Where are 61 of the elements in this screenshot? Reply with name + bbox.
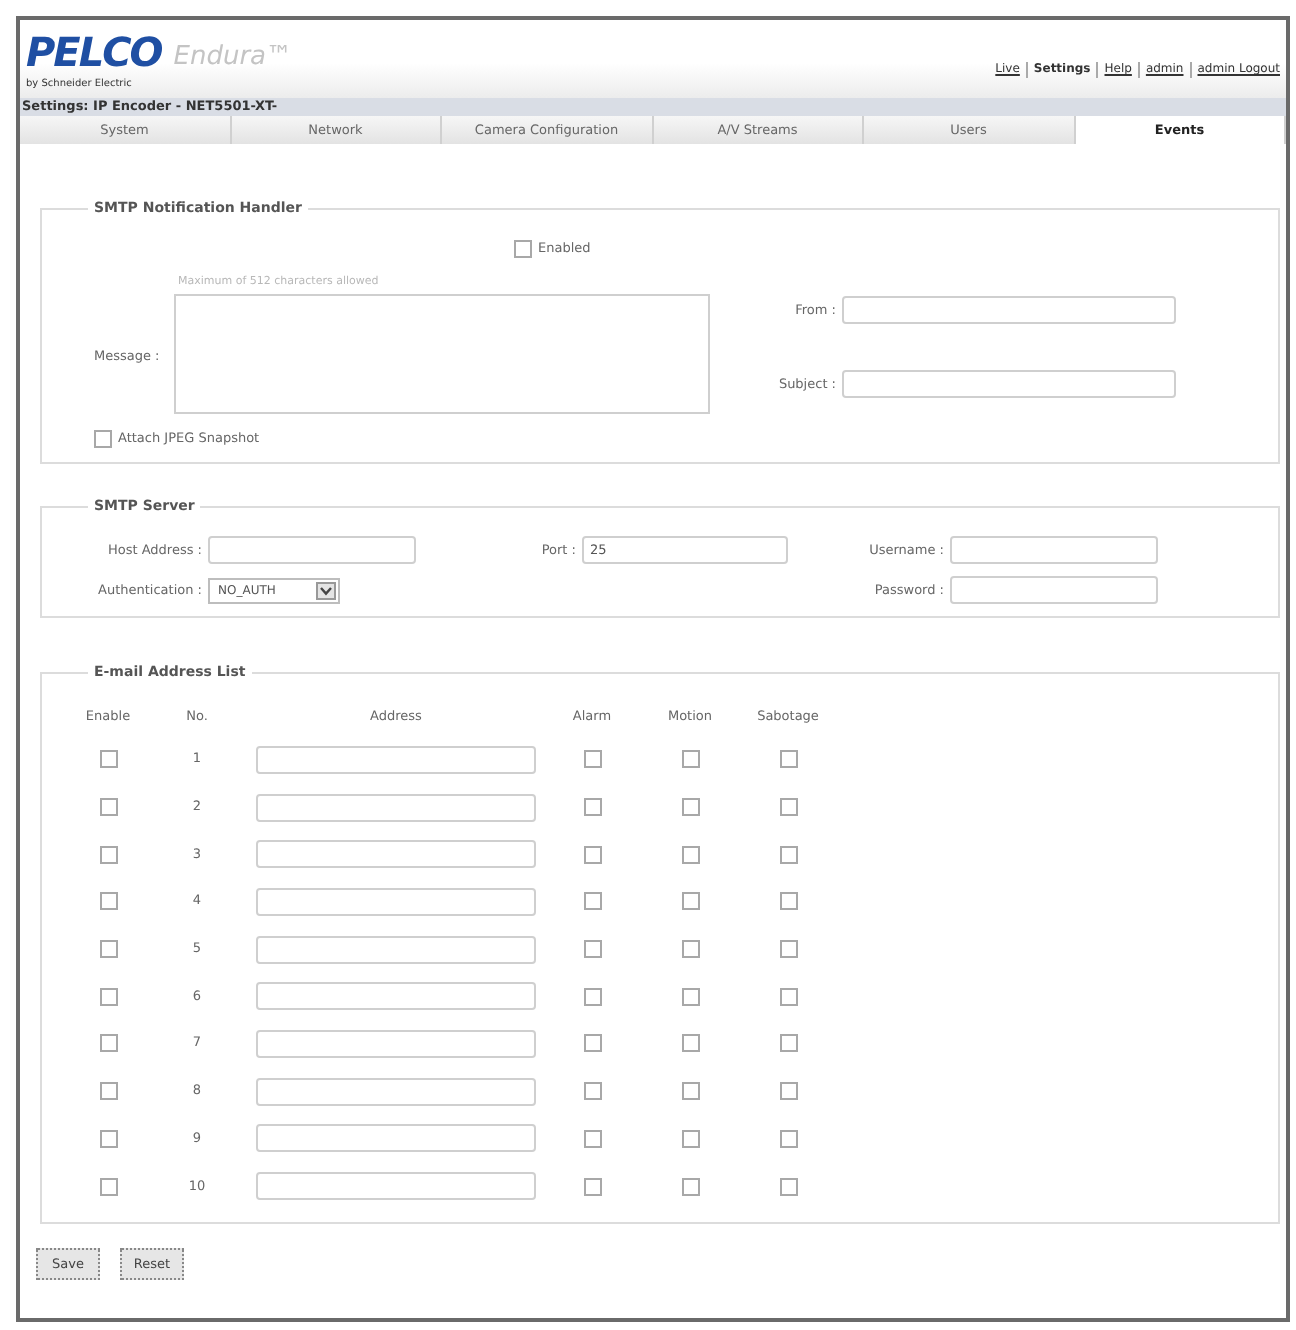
- address-field[interactable]: [256, 1124, 536, 1153]
- checkbox[interactable]: [779, 750, 797, 769]
- checkbox[interactable]: [99, 1034, 117, 1053]
- message-field[interactable]: [174, 294, 710, 414]
- checkbox[interactable]: [779, 1129, 797, 1148]
- checkbox[interactable]: [779, 940, 797, 959]
- address-field[interactable]: [256, 745, 536, 774]
- logo: PELCO: [26, 32, 162, 72]
- address-field[interactable]: [256, 1029, 536, 1058]
- checkbox[interactable]: [779, 798, 797, 817]
- checkbox[interactable]: [99, 987, 117, 1006]
- checkbox[interactable]: [583, 750, 601, 769]
- caret-icon: [316, 581, 336, 599]
- checkbox[interactable]: [583, 1177, 601, 1196]
- checkbox[interactable]: [94, 430, 112, 448]
- checkbox[interactable]: [681, 940, 699, 959]
- address-field[interactable]: [256, 840, 536, 869]
- product-name: Endura™: [173, 42, 293, 72]
- checkbox[interactable]: [681, 1082, 699, 1101]
- checkbox[interactable]: [583, 1034, 601, 1053]
- address-field[interactable]: [256, 982, 536, 1011]
- checkbox[interactable]: [779, 987, 797, 1006]
- checkbox[interactable]: [583, 1082, 601, 1101]
- checkbox[interactable]: [583, 892, 601, 911]
- subject-field[interactable]: [842, 370, 1176, 398]
- checkbox[interactable]: [681, 1177, 699, 1196]
- checkbox[interactable]: [681, 750, 699, 769]
- checkbox[interactable]: [583, 798, 601, 817]
- checkbox[interactable]: [681, 892, 699, 911]
- password-field[interactable]: [950, 576, 1158, 604]
- checkbox[interactable]: [583, 1129, 601, 1148]
- checkbox[interactable]: [99, 750, 117, 769]
- checkbox[interactable]: [583, 987, 601, 1006]
- checkbox[interactable]: [583, 845, 601, 864]
- address-field[interactable]: [256, 935, 536, 964]
- checkbox[interactable]: [681, 845, 699, 864]
- checkbox[interactable]: [99, 1129, 117, 1148]
- checkbox[interactable]: [99, 798, 117, 817]
- checkbox[interactable]: [779, 892, 797, 911]
- checkbox[interactable]: [779, 845, 797, 864]
- checkbox[interactable]: [681, 1129, 699, 1148]
- address-field[interactable]: [256, 1172, 536, 1201]
- checkbox[interactable]: [779, 1082, 797, 1101]
- checkbox[interactable]: [583, 940, 601, 959]
- checkbox[interactable]: [681, 987, 699, 1006]
- checkbox[interactable]: [99, 892, 117, 911]
- checkbox[interactable]: [779, 1177, 797, 1196]
- address-field[interactable]: [256, 887, 536, 916]
- checkbox[interactable]: [99, 1082, 117, 1101]
- checkbox[interactable]: [779, 1034, 797, 1053]
- checkbox[interactable]: [99, 845, 117, 864]
- checkbox[interactable]: [514, 240, 532, 258]
- checkbox[interactable]: [99, 940, 117, 959]
- address-field[interactable]: [256, 1077, 536, 1106]
- checkbox[interactable]: [681, 798, 699, 817]
- from-field[interactable]: [842, 296, 1176, 324]
- checkbox[interactable]: [99, 1177, 117, 1196]
- checkbox[interactable]: [681, 1034, 699, 1053]
- host-address-field[interactable]: [208, 536, 416, 564]
- username-field[interactable]: [950, 536, 1158, 564]
- address-field[interactable]: [256, 793, 536, 822]
